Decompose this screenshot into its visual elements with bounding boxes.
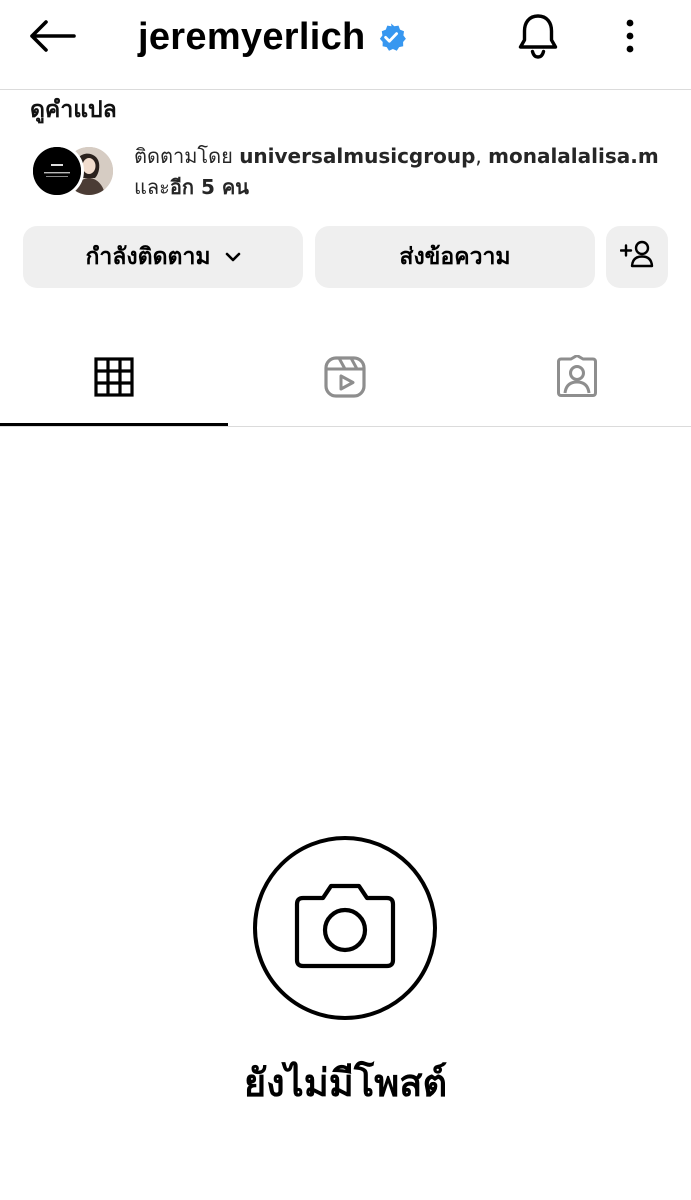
tab-reels[interactable] (230, 330, 460, 427)
followed-by-text[interactable]: ติดตามโดย universalmusicgroup, monalalal… (134, 141, 674, 203)
no-posts-message: ยังไม่มีโพสต์ (243, 1061, 448, 1105)
more-vertical-icon (625, 19, 635, 57)
add-person-icon (619, 239, 654, 275)
follower-separator: , (475, 144, 482, 168)
avatar-universalmusicgroup (30, 144, 84, 198)
mutual-followers-avatars[interactable] (30, 144, 120, 200)
back-button[interactable] (28, 16, 80, 60)
username: jeremyerlich (138, 15, 366, 58)
following-button[interactable]: กำลังติดตาม (23, 226, 303, 288)
tab-posts-grid[interactable] (0, 330, 228, 427)
notifications-button[interactable] (512, 12, 564, 64)
grid-icon (94, 356, 134, 401)
followed-by-others[interactable]: อีก 5 คน (170, 175, 249, 199)
following-label: กำลังติดตาม (85, 244, 211, 270)
verified-badge-icon (376, 22, 406, 52)
followed-by-and: และ (134, 175, 170, 199)
follower-link-monalalalisa[interactable]: monalalalisa.m (488, 144, 659, 168)
message-label: ส่งข้อความ (399, 244, 511, 270)
message-button[interactable]: ส่งข้อความ (315, 226, 595, 288)
tab-tagged[interactable] (462, 330, 691, 427)
bell-icon (516, 12, 560, 64)
tagged-person-icon (555, 353, 599, 403)
back-arrow-icon (28, 19, 76, 57)
chevron-down-icon (225, 252, 241, 262)
reels-icon (323, 355, 367, 403)
camera-icon (293, 880, 397, 976)
active-tab-indicator (0, 423, 228, 426)
more-options-button[interactable] (610, 14, 650, 62)
top-bar: jeremyerlich (0, 0, 691, 90)
see-translation-link[interactable]: ดูคำแปล (30, 92, 117, 128)
username-title: jeremyerlich (138, 14, 406, 60)
suggested-users-button[interactable] (606, 226, 668, 288)
empty-posts-badge (253, 836, 437, 1020)
profile-screen: jeremyerlich ดูคำแปล ติดตามโดย universal… (0, 0, 691, 1200)
profile-tabs (0, 330, 691, 427)
followed-by-prefix: ติดตามโดย (134, 144, 233, 168)
follower-link-universalmusicgroup[interactable]: universalmusicgroup (239, 144, 475, 168)
